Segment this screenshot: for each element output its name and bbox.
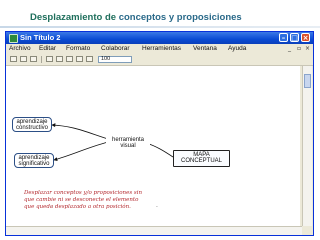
redo-icon[interactable]	[86, 56, 93, 62]
toolbar-separator	[41, 56, 42, 63]
window-titlebar[interactable]: Sin Título 2 – □ ×	[6, 32, 313, 44]
zoom-field[interactable]: 100	[98, 56, 132, 63]
menu-bar: Archivo Editar Formato Colaborar Herrami…	[6, 44, 313, 54]
save-icon[interactable]	[30, 56, 37, 62]
grid-marker: ·	[51, 204, 53, 211]
menu-editar[interactable]: Editar	[39, 45, 56, 52]
window-title: Sin Título 2	[20, 33, 61, 42]
concept-aprendizaje-constructivo[interactable]: aprendizaje constructivo	[12, 117, 52, 132]
slide-title-part2: conceptos y proposiciones	[118, 12, 242, 23]
concept-label: aprendizaje constructivo	[15, 119, 48, 131]
vertical-scrollbar[interactable]	[302, 66, 312, 226]
map-canvas[interactable]: aprendizaje constructivo aprendizaje sig…	[6, 66, 300, 226]
menu-colaborar[interactable]: Colaborar	[101, 45, 130, 52]
link-from-mapa	[145, 142, 174, 158]
minimize-button[interactable]: –	[279, 33, 288, 42]
link-to-constructivo	[51, 123, 109, 140]
instruction-note: Desplazar conceptos y/o proposiciones si…	[24, 190, 143, 210]
grid-marker: ·	[156, 204, 158, 211]
slide-title: Desplazamiento de conceptos y proposicio…	[30, 12, 242, 23]
undo-icon[interactable]	[76, 56, 83, 62]
mdi-close-icon[interactable]: ×	[305, 45, 310, 52]
toolbar: 100	[6, 54, 313, 66]
cut-icon[interactable]	[46, 56, 53, 62]
header-divider	[0, 26, 320, 28]
menu-ayuda[interactable]: Ayuda	[228, 45, 246, 52]
linking-phrase[interactable]: herramienta visual	[106, 137, 150, 151]
slide-header: Desplazamiento de conceptos y proposicio…	[0, 0, 320, 32]
menu-archivo[interactable]: Archivo	[9, 45, 31, 52]
new-file-icon[interactable]	[10, 56, 17, 62]
maximize-button[interactable]: □	[290, 33, 299, 42]
app-icon	[9, 34, 18, 43]
copy-icon[interactable]	[56, 56, 63, 62]
mdi-restore-icon[interactable]: ▫	[297, 45, 301, 52]
app-window: Sin Título 2 – □ × Archivo Editar Format…	[5, 31, 314, 236]
concept-label: aprendizaje significativo	[18, 155, 50, 167]
concept-mapa-conceptual[interactable]: MAPA CONCEPTUAL	[173, 150, 230, 167]
concept-aprendizaje-significativo[interactable]: aprendizaje significativo	[14, 153, 54, 168]
slide-title-part1: Desplazamiento de	[30, 12, 119, 23]
link-to-significativo	[53, 141, 109, 162]
menu-herramientas[interactable]: Herramientas	[142, 45, 181, 52]
concept-label: MAPA CONCEPTUAL	[180, 152, 222, 164]
paste-icon[interactable]	[66, 56, 73, 62]
close-button[interactable]: ×	[301, 33, 310, 42]
scroll-thumb[interactable]	[304, 74, 311, 88]
horizontal-scrollbar[interactable]	[6, 226, 302, 235]
menu-ventana[interactable]: Ventana	[193, 45, 217, 52]
open-file-icon[interactable]	[20, 56, 27, 62]
mdi-minimize-icon[interactable]: _	[288, 45, 291, 52]
menu-formato[interactable]: Formato	[66, 45, 90, 52]
